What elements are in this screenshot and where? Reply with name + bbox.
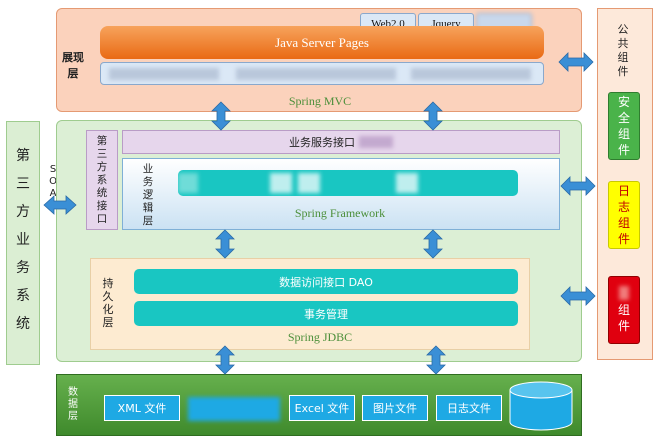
third-party-interface-label: 第三方系统接口 (96, 134, 108, 225)
presentation-layer-label: 展现层 (62, 51, 84, 80)
spring-mvc-label: Spring MVC (288, 93, 352, 108)
service-interface-bar: 业务服务接口 (122, 130, 560, 154)
spring-jdbc-label: Spring JDBC (287, 329, 353, 344)
data-item-excel: Excel 文件 (289, 395, 355, 421)
data-item-redacted (188, 397, 280, 421)
redacted-block (396, 173, 418, 193)
public-components-label: 公共组件 (617, 23, 629, 78)
redacted-block (411, 68, 531, 80)
redacted-block (178, 173, 198, 193)
security-component: 安全组件 (608, 92, 640, 160)
redacted-block (619, 286, 629, 300)
dao-bar: 数据访问接口 DAO (134, 269, 518, 294)
data-item-xml: XML 文件 (104, 395, 180, 421)
redacted-block (109, 68, 219, 80)
redacted-block (298, 173, 320, 193)
spring-framework-label: Spring Framework (294, 205, 386, 220)
business-logic-label: 业务逻辑层 (142, 162, 154, 227)
redacted-block (359, 136, 393, 148)
transaction-bar: 事务管理 (134, 301, 518, 326)
database-icon (509, 381, 573, 431)
redacted-block (236, 68, 396, 80)
log-component: 日志组件 (608, 181, 640, 249)
security-component-label: 安全组件 (617, 95, 630, 157)
other-component: 组件 (608, 276, 640, 344)
redacted-block (270, 173, 292, 193)
data-item-log: 日志文件 (436, 395, 502, 421)
jsp-bar: Java Server Pages (100, 26, 544, 59)
service-interface-label: 业务服务接口 (289, 136, 355, 149)
other-component-label: 组件 (617, 303, 630, 333)
data-layer-label: 数据层 (68, 387, 78, 422)
persistence-layer-label: 持久化层 (102, 277, 114, 329)
third-party-label: 第三方业务系统 (16, 148, 30, 332)
data-item-image: 图片文件 (362, 395, 428, 421)
presentation-blurred-row (100, 62, 544, 85)
teal-bar (178, 170, 518, 196)
log-component-label: 日志组件 (617, 184, 630, 246)
